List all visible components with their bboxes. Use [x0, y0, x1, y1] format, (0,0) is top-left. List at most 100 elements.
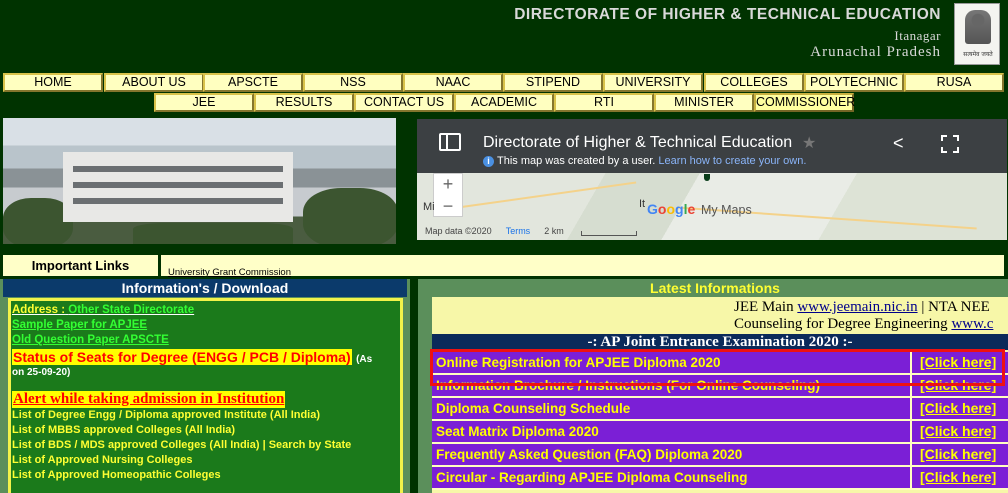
site-header: DIRECTORATE OF HIGHER & TECHNICAL EDUCAT… — [0, 0, 1008, 70]
jeemain-link[interactable]: www.jeemain.nic.in — [797, 299, 917, 315]
nav-academic[interactable]: ACADEMIC — [454, 93, 554, 112]
row-title: Online Registration for APJEE Diploma 20… — [436, 355, 721, 370]
click-here-link[interactable]: [Click here] — [920, 377, 996, 393]
click-here-link[interactable]: [Click here] — [920, 446, 996, 462]
map-town-label: It — [639, 198, 646, 210]
row-title: Seat Matrix Diploma 2020 — [436, 424, 599, 439]
zoom-in-button[interactable]: + — [434, 174, 462, 196]
apjee-table: Online Registration for APJEE Diploma 20… — [432, 352, 1008, 490]
list-item[interactable]: List of MBBS approved Colleges (All Indi… — [12, 423, 400, 438]
map-place-label: Mi — [423, 201, 435, 213]
table-row: Frequently Asked Question (FAQ) Diploma … — [432, 444, 1008, 467]
list-item[interactable]: List of Approved Nursing Colleges — [12, 453, 400, 468]
ticker-line-1: JEE Main www.jeemain.nic.in | NTA NEE — [734, 299, 990, 316]
info-body: Address : Other State Directorate Sample… — [8, 298, 403, 493]
nav-contact-us[interactable]: CONTACT US — [354, 93, 454, 112]
table-row: Diploma Counseling Schedule [Click here] — [432, 398, 1008, 421]
old-paper-link[interactable]: Old Question Paper APSCTE — [12, 333, 400, 348]
table-row: Seat Matrix Diploma 2020 [Click here] — [432, 421, 1008, 444]
google-logo: Google — [647, 201, 696, 217]
latest-heading: Latest Informations — [650, 280, 780, 296]
list-item[interactable]: List of BDS / MDS approved Colleges (All… — [12, 438, 400, 453]
star-icon[interactable]: ★ — [802, 133, 816, 153]
jee-title: -: AP Joint Entrance Examination 2020 :- — [432, 334, 1008, 350]
sample-paper-link[interactable]: Sample Paper for APJEE — [12, 318, 400, 333]
map-notice-text: This map was created by a user. — [497, 155, 656, 167]
fullscreen-icon[interactable] — [941, 135, 959, 153]
map-data-text: Map data ©2020 — [425, 226, 492, 236]
map-scale-bar — [581, 231, 637, 236]
nav-nss[interactable]: NSS — [303, 73, 403, 92]
row-title: Frequently Asked Question (FAQ) Diploma … — [436, 447, 743, 462]
status-date-a: (As — [356, 354, 373, 365]
nav-jee[interactable]: JEE — [154, 93, 254, 112]
share-icon[interactable]: < — [893, 133, 904, 154]
nav-university[interactable]: UNIVERSITY — [603, 73, 703, 92]
row-title: Diploma Counseling Schedule — [436, 401, 631, 416]
click-here-link[interactable]: [Click here] — [920, 354, 996, 370]
latest-body: JEE Main www.jeemain.nic.in | NTA NEE Co… — [432, 297, 1008, 493]
table-row: Online Registration for APJEE Diploma 20… — [432, 352, 1008, 375]
important-links-bar: Important Links University Grant Commiss… — [3, 255, 1004, 278]
map-terms-link[interactable]: Terms — [506, 226, 531, 236]
table-row: Circular - Regarding APJEE Diploma Couns… — [432, 467, 1008, 490]
info-panel: Information's / Download Address : Other… — [0, 279, 410, 493]
nav-commissioner[interactable]: COMMISSIONER — [754, 93, 855, 112]
counseling-link[interactable]: www.c — [951, 316, 993, 332]
map-footer: Map data ©2020 Terms 2 km — [425, 226, 564, 236]
nav-results[interactable]: RESULTS — [254, 93, 354, 112]
important-links-ticker[interactable]: University Grant Commission — [168, 267, 291, 278]
address-link[interactable]: Other State Directorate — [68, 304, 194, 316]
important-links-label: Important Links — [3, 255, 161, 276]
latest-panel: Latest Informations JEE Main www.jeemain… — [418, 279, 1008, 493]
site-title: DIRECTORATE OF HIGHER & TECHNICAL EDUCAT… — [514, 6, 941, 23]
status-line: Status of Seats for Degree (ENGG / PCB /… — [12, 349, 400, 379]
info-icon: i — [483, 156, 494, 167]
ticker-text: Counseling for Degree Engineering — [734, 316, 952, 332]
nav-minister[interactable]: MINISTER — [654, 93, 754, 112]
row-title: Information Brochure / Instructions (For… — [436, 378, 821, 393]
address-label: Address : — [12, 304, 66, 316]
nav-apscte[interactable]: APSCTE — [203, 73, 303, 92]
map-notice: i This map was created by a user. Learn h… — [483, 155, 806, 167]
lion-capital-icon — [965, 10, 991, 44]
list-item[interactable]: List of Approved Homeopathic Colleges — [12, 468, 400, 483]
ticker-text: JEE Main — [734, 299, 798, 315]
alert-link[interactable]: Alert while taking admission in Institut… — [12, 391, 286, 408]
zoom-out-button[interactable]: − — [434, 196, 462, 218]
map-title[interactable]: Directorate of Higher & Technical Educat… — [483, 134, 792, 152]
nav-naac[interactable]: NAAC — [403, 73, 503, 92]
ticker-text: | NTA NEE — [917, 299, 990, 315]
emblem-caption: सत्यमेव जयते — [963, 51, 993, 58]
row-title: Circular - Regarding APJEE Diploma Couns… — [436, 470, 748, 485]
info-heading: Information's / Download — [3, 279, 407, 297]
my-maps-label: My Maps — [701, 203, 752, 217]
list-item[interactable]: List of Degree Engg / Diploma approved I… — [12, 408, 400, 423]
site-city: Itanagar — [894, 28, 941, 43]
status-seats-link[interactable]: Status of Seats for Degree (ENGG / PCB /… — [12, 349, 352, 365]
google-map-embed[interactable]: Directorate of Higher & Technical Educat… — [417, 119, 1007, 240]
national-emblem-icon: सत्यमेव जयते — [954, 3, 1000, 65]
click-here-link[interactable]: [Click here] — [920, 469, 996, 485]
nav-colleges[interactable]: COLLEGES — [704, 73, 804, 92]
status-date-b: on 25-09-20) — [12, 367, 71, 378]
click-here-link[interactable]: [Click here] — [920, 400, 996, 416]
nav-row-2: JEE RESULTS CONTACT US ACADEMIC RTI MINI… — [0, 93, 1008, 112]
nav-polytechnic[interactable]: POLYTECHNIC — [804, 73, 904, 92]
sidebar-toggle-icon[interactable] — [439, 133, 461, 151]
map-scale-label: 2 km — [544, 226, 564, 236]
ticker-line-2: Counseling for Degree Engineering www.c — [734, 316, 993, 333]
table-row: Information Brochure / Instructions (For… — [432, 375, 1008, 398]
click-here-link[interactable]: [Click here] — [920, 423, 996, 439]
learn-link[interactable]: Learn how to create your own. — [658, 155, 806, 167]
nav-about-us[interactable]: ABOUT US — [104, 73, 204, 92]
campus-photo — [3, 118, 396, 244]
zoom-control: + − — [433, 173, 463, 217]
site-state: Arunachal Pradesh — [810, 44, 941, 60]
map-pin-icon[interactable] — [704, 174, 710, 181]
nav-stipend[interactable]: STIPEND — [503, 73, 603, 92]
nav-row-1: HOME ABOUT US APSCTE NSS NAAC STIPEND UN… — [0, 73, 1008, 92]
nav-rti[interactable]: RTI — [554, 93, 654, 112]
nav-rusa[interactable]: RUSA — [904, 73, 1004, 92]
nav-home[interactable]: HOME — [3, 73, 103, 92]
